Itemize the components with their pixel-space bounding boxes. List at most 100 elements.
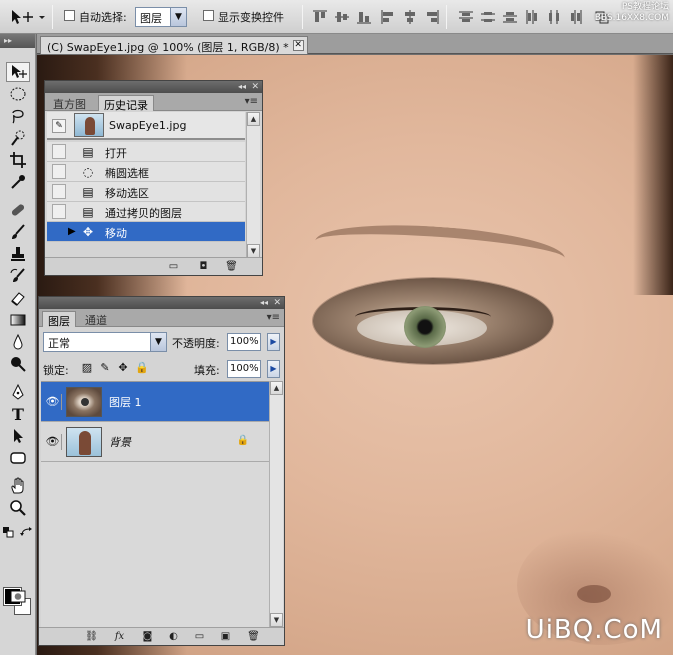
panel-menu-icon[interactable]: ▾≡ [267, 312, 280, 323]
fill-input[interactable]: 100% [227, 360, 261, 378]
dodge-tool[interactable] [6, 354, 30, 374]
close-icon[interactable]: ✕ [251, 81, 259, 93]
document-tab[interactable]: (C) SwapEye1.jpg @ 100% (图层 1, RGB/8) * … [40, 36, 308, 54]
marquee-tool[interactable] [6, 84, 30, 104]
history-step[interactable]: ▤ 移动选区 [47, 182, 245, 202]
history-brush-source-icon[interactable]: ✎ [52, 119, 66, 133]
history-brush-icon [10, 268, 25, 282]
align-bottom-icon[interactable] [356, 9, 372, 25]
close-icon[interactable]: ✕ [273, 297, 281, 309]
hand-tool[interactable] [6, 476, 30, 496]
align-vcenter-icon[interactable] [334, 9, 350, 25]
history-brush-source-box[interactable] [52, 164, 66, 179]
distribute-bottom-icon[interactable] [502, 9, 518, 25]
history-snapshot[interactable]: ✎ SwapEye1.jpg [47, 112, 245, 140]
link-layers-icon[interactable]: ⛓ [85, 631, 98, 643]
scroll-down-icon[interactable]: ▼ [270, 613, 283, 627]
default-colors-button[interactable] [2, 526, 16, 538]
type-tool[interactable]: T [6, 404, 30, 424]
opacity-slider-toggle-icon[interactable]: ▶ [267, 333, 280, 351]
history-step[interactable]: ▤ 通过拷贝的图层 [47, 202, 245, 222]
add-mask-icon[interactable]: ◙ [141, 631, 154, 643]
adjustment-layer-icon[interactable]: ◐ [167, 631, 180, 643]
tab-layers[interactable]: 图层 [42, 311, 76, 328]
eraser-tool[interactable] [6, 288, 30, 308]
tab-history[interactable]: 历史记录 [98, 95, 154, 112]
close-icon[interactable]: ✕ [292, 40, 304, 51]
align-top-icon[interactable] [312, 9, 328, 25]
lasso-tool[interactable] [6, 106, 30, 126]
history-step[interactable]: ▤ 打开 [47, 142, 245, 162]
history-brush-tool[interactable] [6, 266, 30, 286]
fill-slider-toggle-icon[interactable]: ▶ [267, 360, 280, 378]
tab-histogram[interactable]: 直方图 [48, 95, 91, 111]
scroll-up-icon[interactable]: ▲ [247, 112, 260, 126]
tab-channels[interactable]: 通道 [80, 311, 112, 327]
chevron-down-icon: ▼ [170, 8, 186, 26]
trash-icon[interactable]: 🗑 [225, 261, 238, 273]
blur-tool[interactable] [6, 332, 30, 352]
collapse-icon[interactable]: ◂◂ [238, 81, 246, 93]
eye-visibility-icon[interactable]: 👁 [44, 394, 62, 410]
lock-all-icon[interactable]: 🔒 [135, 362, 149, 374]
shape-tool[interactable] [6, 448, 30, 468]
bandage-icon [11, 204, 25, 216]
gradient-tool[interactable] [6, 310, 30, 330]
lock-image-pixels-icon[interactable]: ✎ [99, 362, 111, 374]
crop-tool[interactable] [6, 150, 30, 170]
history-step-label: 移动选区 [105, 187, 149, 200]
new-layer-icon[interactable]: ▣ [219, 631, 232, 643]
quick-mask-button[interactable] [6, 586, 30, 606]
path-selection-tool[interactable] [6, 426, 30, 446]
align-left-icon[interactable] [380, 9, 396, 25]
layers-scrollbar[interactable]: ▲ ▼ [269, 381, 283, 627]
tools-panel-grip[interactable]: ▸▸ [0, 34, 35, 48]
quick-selection-tool[interactable] [6, 128, 30, 148]
distribute-vcenter-icon[interactable] [480, 9, 496, 25]
history-brush-source-box[interactable] [52, 204, 66, 219]
new-group-folder-icon[interactable]: ▭ [193, 631, 206, 643]
show-transform-checkbox[interactable] [203, 10, 214, 21]
opacity-input[interactable]: 100% [227, 333, 261, 351]
camera-snapshot-icon[interactable]: ◘ [197, 261, 210, 273]
distribute-hcenter-icon[interactable] [546, 9, 562, 25]
clone-stamp-tool[interactable] [6, 244, 30, 264]
distribute-left-icon[interactable] [524, 9, 540, 25]
align-right-icon[interactable] [424, 9, 440, 25]
collapse-icon[interactable]: ◂◂ [260, 297, 268, 309]
eyedropper-tool[interactable] [6, 172, 30, 192]
lock-position-icon[interactable]: ✥ [117, 362, 129, 374]
history-scrollbar[interactable]: ▲ ▼ [246, 112, 260, 258]
new-document-from-state-icon[interactable]: ▭ [167, 261, 180, 273]
distribute-top-icon[interactable] [458, 9, 474, 25]
lock-transparent-pixels-icon[interactable]: ▨ [81, 362, 93, 374]
history-step-selected[interactable]: ▶ ✥ 移动 [47, 222, 245, 242]
trash-icon[interactable]: 🗑 [247, 631, 260, 643]
scroll-down-icon[interactable]: ▼ [247, 244, 260, 258]
tool-preset-picker[interactable] [6, 6, 46, 28]
history-step[interactable]: ◌ 椭圆选框 [47, 162, 245, 182]
auto-select-dropdown[interactable]: 图层 ▼ [135, 7, 187, 27]
scroll-up-icon[interactable]: ▲ [270, 381, 283, 395]
auto-select-checkbox[interactable] [64, 10, 75, 21]
layers-panel-titlebar[interactable]: ◂◂ ✕ [39, 297, 284, 309]
zoom-tool[interactable] [6, 498, 30, 518]
pen-tool[interactable] [6, 382, 30, 402]
fx-layer-style-icon[interactable]: fx [113, 631, 126, 643]
align-hcenter-icon[interactable] [402, 9, 418, 25]
healing-brush-tool[interactable] [6, 200, 30, 220]
layer-row[interactable]: 👁 背景 🔒 [41, 422, 269, 462]
type-icon: T [12, 405, 24, 423]
panel-menu-icon[interactable]: ▾≡ [245, 96, 258, 107]
history-panel-titlebar[interactable]: ◂◂ ✕ [45, 81, 262, 93]
distribute-right-icon[interactable] [568, 9, 584, 25]
blend-mode-dropdown[interactable]: 正常 ▼ [43, 332, 167, 352]
history-brush-source-box[interactable] [52, 224, 66, 239]
history-brush-source-box[interactable] [52, 184, 66, 199]
swap-colors-button[interactable] [20, 526, 34, 538]
history-brush-source-box[interactable] [52, 144, 66, 159]
eye-visibility-icon[interactable]: 👁 [44, 434, 62, 450]
move-tool[interactable] [6, 62, 30, 82]
layer-row-selected[interactable]: 👁 图层 1 [41, 382, 269, 422]
brush-tool[interactable] [6, 222, 30, 242]
